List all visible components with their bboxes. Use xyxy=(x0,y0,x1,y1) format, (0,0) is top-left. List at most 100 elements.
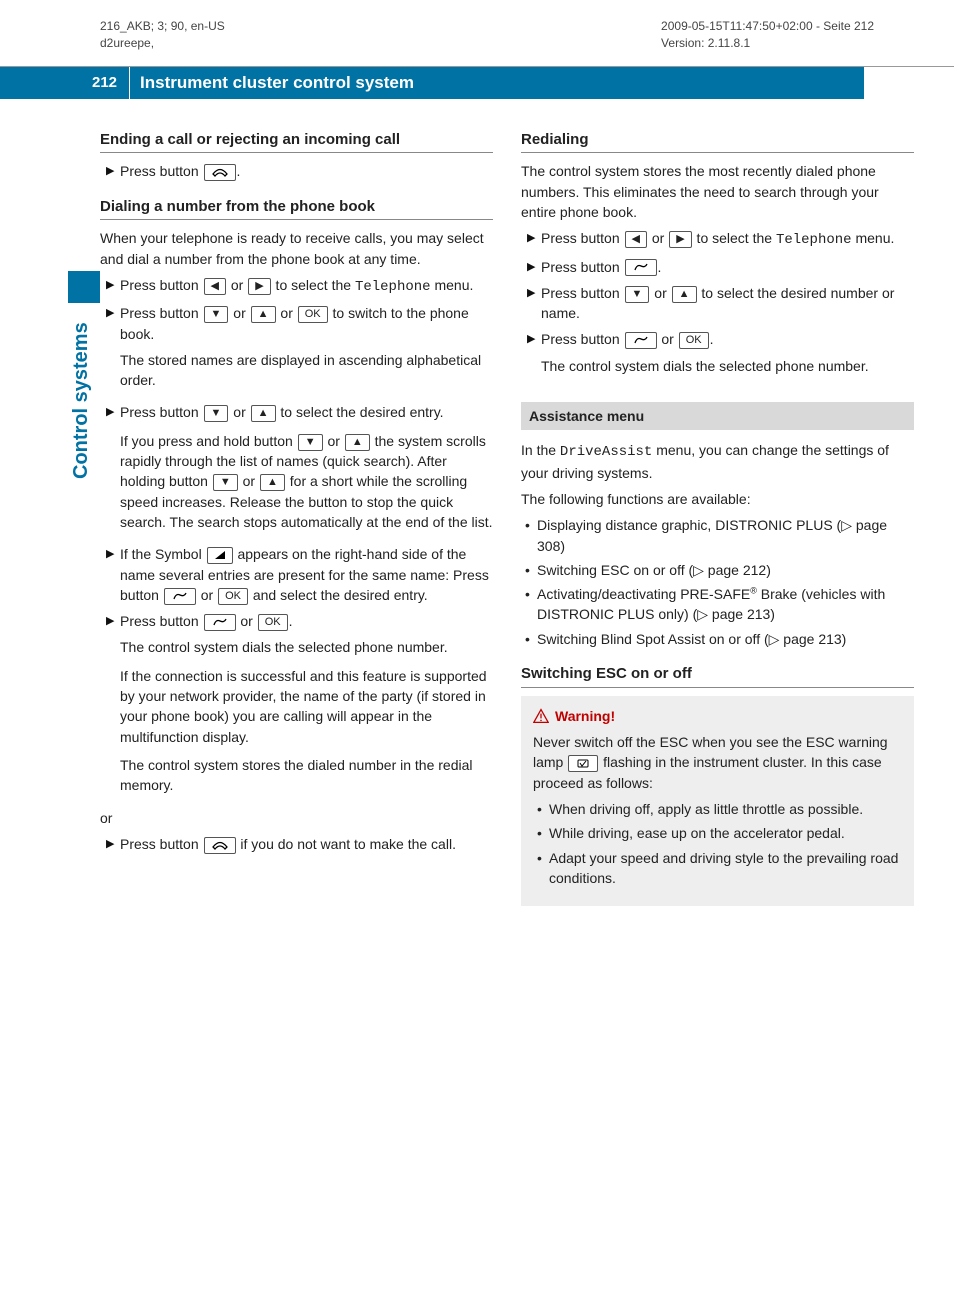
call-button-icon xyxy=(164,588,196,605)
column-right: Redialing The control system stores the … xyxy=(521,129,914,907)
warning-label: Warning! xyxy=(555,706,615,726)
left-arrow-button-icon: ◀ xyxy=(625,231,647,248)
warning-box: Warning! Never switch off the ESC when y… xyxy=(521,696,914,906)
t: If you press and hold button xyxy=(120,433,297,449)
telephone-menu-label: Telephone xyxy=(355,279,431,295)
t: . xyxy=(658,259,662,275)
t: menu. xyxy=(852,230,895,246)
step-dial: ▶ Press button or OK. The control system… xyxy=(106,611,493,801)
dial-note-1: The control system dials the selected ph… xyxy=(120,637,493,657)
heading-esc: Switching ESC on or off xyxy=(521,663,914,688)
warning-list: •When driving off, apply as little throt… xyxy=(533,799,902,888)
down-arrow-button-icon: ▼ xyxy=(298,434,323,451)
step-end-call-text-b: . xyxy=(237,163,241,179)
step-redial-dial: ▶ Press button or OK. The control system… xyxy=(527,329,914,382)
step-arrow-icon: ▶ xyxy=(106,303,120,396)
heading-end-call: Ending a call or rejecting an incoming c… xyxy=(100,129,493,154)
stored-names-note: The stored names are displayed in ascend… xyxy=(120,350,493,391)
or-separator: or xyxy=(100,808,493,828)
assist-intro-2: The following functions are available: xyxy=(521,489,914,509)
t: or xyxy=(197,587,217,603)
warning-title: Warning! xyxy=(533,706,902,726)
meta-right: 2009-05-15T11:47:50+02:00 - Seite 212 Ve… xyxy=(661,18,874,52)
t: Displaying distance graphic, DISTRONIC P… xyxy=(537,515,914,556)
ok-button-icon: OK xyxy=(258,614,288,631)
t: or xyxy=(237,613,257,629)
heading-dial-phonebook: Dialing a number from the phone book xyxy=(100,196,493,221)
t: or xyxy=(229,305,249,321)
heading-assistance-menu: Assistance menu xyxy=(521,402,914,430)
down-arrow-button-icon: ▼ xyxy=(213,474,238,491)
t: if you do not want to make the call. xyxy=(237,836,456,852)
redial-intro: The control system stores the most recen… xyxy=(521,161,914,222)
t: Press button xyxy=(541,259,624,275)
step-arrow-icon: ▶ xyxy=(106,402,120,538)
list-item: •Activating/deactivating PRE-SAFE® Brake… xyxy=(525,584,914,625)
step-multi-entry: ▶ If the Symbol appears on the right-han… xyxy=(106,544,493,605)
side-label: Control systems xyxy=(70,322,93,479)
t: Press button xyxy=(541,285,624,301)
column-left: Ending a call or rejecting an incoming c… xyxy=(100,129,493,907)
t: . xyxy=(710,331,714,347)
step-redial-press-call: ▶ Press button . xyxy=(527,257,914,277)
warning-triangle-icon xyxy=(533,708,549,724)
right-arrow-button-icon: ▶ xyxy=(669,231,691,248)
down-arrow-button-icon: ▼ xyxy=(204,306,229,323)
step-arrow-icon: ▶ xyxy=(106,161,120,181)
meta-right-1: 2009-05-15T11:47:50+02:00 - Seite 212 xyxy=(661,18,874,35)
step-arrow-icon: ▶ xyxy=(527,228,541,250)
step-switch-phonebook: ▶ Press button ▼ or ▲ or OK to switch to… xyxy=(106,303,493,396)
t: Switching ESC on or off (▷ page 212) xyxy=(537,560,914,580)
phonebook-intro: When your telephone is ready to receive … xyxy=(100,228,493,269)
list-item: •Switching ESC on or off (▷ page 212) xyxy=(525,560,914,580)
up-arrow-button-icon: ▲ xyxy=(251,405,276,422)
doc-meta-header: 216_AKB; 3; 90, en-US d2ureepe, 2009-05-… xyxy=(0,0,954,56)
dial-note-3: The control system stores the dialed num… xyxy=(120,755,493,796)
list-item: •Switching Blind Spot Assist on or off (… xyxy=(525,629,914,649)
step-arrow-icon: ▶ xyxy=(527,329,541,382)
t: If the Symbol xyxy=(120,546,206,562)
step-arrow-icon: ▶ xyxy=(106,275,120,297)
t: to select the desired entry. xyxy=(277,404,444,420)
t: to select the xyxy=(272,277,355,293)
step-end-call: ▶ Press button . xyxy=(106,161,493,181)
up-arrow-button-icon: ▲ xyxy=(260,474,285,491)
t: to select the xyxy=(693,230,776,246)
step-redial-select-number: ▶ Press button ▼ or ▲ to select the desi… xyxy=(527,283,914,324)
t: . xyxy=(289,613,293,629)
t: or xyxy=(239,473,259,489)
step-arrow-icon: ▶ xyxy=(106,611,120,801)
heading-redialing: Redialing xyxy=(521,129,914,154)
step-end-call-text-a: Press button xyxy=(120,163,203,179)
chapter-title: Instrument cluster control system xyxy=(130,73,414,93)
right-arrow-button-icon: ▶ xyxy=(248,278,270,295)
meta-left-2: d2ureepe, xyxy=(100,35,225,52)
t: or xyxy=(324,433,344,449)
step-cancel-call: ▶ Press button if you do not want to mak… xyxy=(106,834,493,854)
up-arrow-button-icon: ▲ xyxy=(251,306,276,323)
t: Press button xyxy=(541,230,624,246)
t: menu. xyxy=(431,277,474,293)
step-select-telephone: ▶ Press button ◀ or ▶ to select the Tele… xyxy=(106,275,493,297)
down-arrow-button-icon: ▼ xyxy=(204,405,229,422)
dial-note-2: If the connection is successful and this… xyxy=(120,666,493,747)
step-arrow-icon: ▶ xyxy=(527,283,541,324)
t: Switching Blind Spot Assist on or off (▷… xyxy=(537,629,914,649)
step-arrow-icon: ▶ xyxy=(106,834,120,854)
t: Press button xyxy=(120,836,203,852)
step-select-entry: ▶ Press button ▼ or ▲ to select the desi… xyxy=(106,402,493,538)
up-arrow-button-icon: ▲ xyxy=(345,434,370,451)
t: and select the desired entry. xyxy=(249,587,428,603)
t: or xyxy=(227,277,247,293)
hangup-button-icon xyxy=(204,164,236,181)
t: Adapt your speed and driving style to th… xyxy=(549,848,902,889)
t: When driving off, apply as little thrott… xyxy=(549,799,902,819)
driveassist-menu-label: DriveAssist xyxy=(560,444,652,460)
t: or xyxy=(229,404,249,420)
page-number: 212 xyxy=(0,67,130,99)
t: In the xyxy=(521,442,560,458)
list-item: •Adapt your speed and driving style to t… xyxy=(537,848,902,889)
t: Press button xyxy=(120,305,203,321)
t: or xyxy=(648,230,668,246)
step-redial-select-menu: ▶ Press button ◀ or ▶ to select the Tele… xyxy=(527,228,914,250)
